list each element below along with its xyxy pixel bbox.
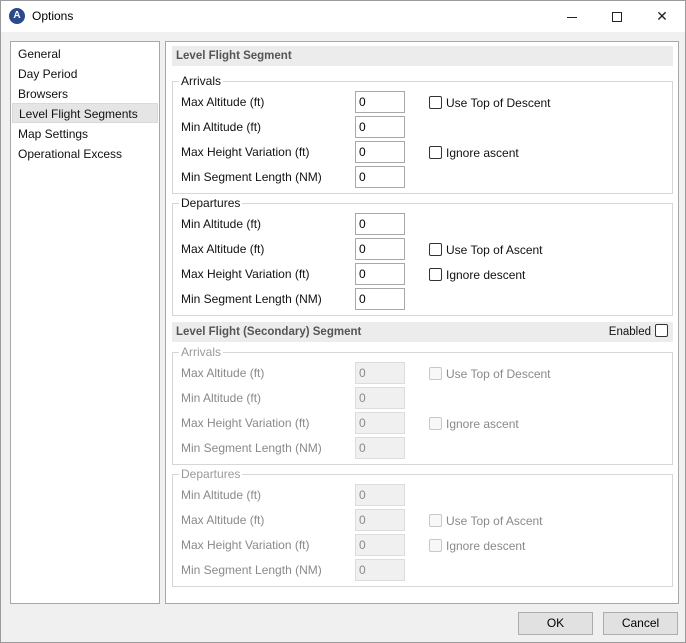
field-label: Max Altitude (ft) <box>181 366 265 380</box>
settings-panel: Level Flight Segment Arrivals Max Altitu… <box>165 41 679 604</box>
primary-arrivals-min-segment-input[interactable] <box>355 166 405 188</box>
secondary-arrivals-min-altitude-input <box>355 387 405 409</box>
checkbox-box[interactable] <box>655 324 668 338</box>
primary-arrivals-max-altitude-input[interactable] <box>355 91 405 113</box>
secondary-ignore-ascent-checkbox: Ignore ascent <box>429 416 519 432</box>
secondary-departures-min-altitude-input <box>355 484 405 506</box>
checkbox-label: Ignore ascent <box>446 416 519 431</box>
secondary-ignore-descent-checkbox: Ignore descent <box>429 538 525 554</box>
field-label: Max Height Variation (ft) <box>181 267 310 281</box>
secondary-use-top-of-ascent-checkbox: Use Top of Ascent <box>429 513 543 529</box>
minimize-button[interactable] <box>549 1 595 32</box>
checkbox-label: Use Top of Descent <box>446 366 551 381</box>
secondary-departures-min-segment-input <box>355 559 405 581</box>
app-logo-icon: A <box>9 8 25 24</box>
nav-item-browsers[interactable]: Browsers <box>12 84 158 104</box>
nav-item-general[interactable]: General <box>12 44 158 64</box>
secondary-departures-max-altitude-input <box>355 509 405 531</box>
close-button[interactable]: ✕ <box>639 1 685 32</box>
field-label: Max Height Variation (ft) <box>181 538 310 552</box>
group-legend: Departures <box>179 196 243 210</box>
field-label: Max Height Variation (ft) <box>181 145 310 159</box>
primary-departures-group: Departures Min Altitude (ft) Max Altitud… <box>172 196 673 316</box>
title-bar[interactable]: A Options ✕ <box>1 1 685 32</box>
secondary-arrivals-group: Arrivals Max Altitude (ft) Use Top of De… <box>172 345 673 465</box>
field-label: Min Altitude (ft) <box>181 488 262 502</box>
checkbox-box <box>429 417 442 431</box>
secondary-arrivals-min-segment-input <box>355 437 405 459</box>
maximize-icon <box>612 12 622 23</box>
field-label: Min Segment Length (NM) <box>181 563 322 577</box>
checkbox-box[interactable] <box>429 96 442 110</box>
field-label: Min Altitude (ft) <box>181 120 262 134</box>
secondary-enabled-checkbox[interactable]: Enabled <box>608 324 668 339</box>
primary-departures-min-altitude-input[interactable] <box>355 213 405 235</box>
checkbox-label: Ignore ascent <box>446 145 519 160</box>
ok-button[interactable]: OK <box>518 612 593 635</box>
checkbox-box <box>429 367 442 381</box>
field-label: Min Segment Length (NM) <box>181 441 322 455</box>
primary-departures-min-segment-input[interactable] <box>355 288 405 310</box>
field-label: Min Segment Length (NM) <box>181 170 322 184</box>
field-label: Max Altitude (ft) <box>181 513 265 527</box>
checkbox-label: Use Top of Descent <box>446 95 551 110</box>
secondary-departures-group: Departures Min Altitude (ft) Max Altitud… <box>172 467 673 587</box>
minimize-icon <box>567 16 577 18</box>
maximize-button[interactable] <box>594 1 640 32</box>
field-label: Max Altitude (ft) <box>181 95 265 109</box>
checkbox-box[interactable] <box>429 243 442 257</box>
primary-use-top-of-descent-checkbox[interactable]: Use Top of Descent <box>429 95 551 111</box>
options-dialog: A Options ✕ General Day Period Browsers … <box>0 0 686 643</box>
field-label: Min Segment Length (NM) <box>181 292 322 306</box>
secondary-use-top-of-descent-checkbox: Use Top of Descent <box>429 366 551 382</box>
primary-use-top-of-ascent-checkbox[interactable]: Use Top of Ascent <box>429 242 543 258</box>
primary-departures-max-altitude-input[interactable] <box>355 238 405 260</box>
primary-ignore-descent-checkbox[interactable]: Ignore descent <box>429 267 525 283</box>
options-category-list: General Day Period Browsers Level Flight… <box>10 41 160 604</box>
secondary-section-header: Level Flight (Secondary) Segment Enabled <box>172 322 673 342</box>
window-title: Options <box>32 9 74 23</box>
secondary-arrivals-max-height-input <box>355 412 405 434</box>
checkbox-box[interactable] <box>429 146 442 160</box>
checkbox-label: Enabled <box>608 326 651 338</box>
primary-section-header: Level Flight Segment <box>172 46 673 66</box>
checkbox-label: Ignore descent <box>446 538 526 553</box>
primary-arrivals-group: Arrivals Max Altitude (ft) Use Top of De… <box>172 74 673 194</box>
checkbox-label: Use Top of Ascent <box>446 513 543 528</box>
group-legend: Arrivals <box>179 345 224 359</box>
checkbox-box <box>429 514 442 528</box>
nav-item-day-period[interactable]: Day Period <box>12 64 158 84</box>
checkbox-label: Ignore descent <box>446 267 526 282</box>
close-icon: ✕ <box>656 8 668 24</box>
primary-arrivals-min-altitude-input[interactable] <box>355 116 405 138</box>
nav-item-operational-excess[interactable]: Operational Excess <box>12 144 158 164</box>
secondary-section-title: Level Flight (Secondary) Segment <box>176 326 362 338</box>
cancel-button[interactable]: Cancel <box>603 612 678 635</box>
field-label: Max Height Variation (ft) <box>181 416 310 430</box>
primary-arrivals-max-height-input[interactable] <box>355 141 405 163</box>
field-label: Max Altitude (ft) <box>181 242 265 256</box>
nav-item-map-settings[interactable]: Map Settings <box>12 124 158 144</box>
field-label: Min Altitude (ft) <box>181 217 262 231</box>
primary-ignore-ascent-checkbox[interactable]: Ignore ascent <box>429 145 519 161</box>
checkbox-box[interactable] <box>429 268 442 282</box>
secondary-departures-max-height-input <box>355 534 405 556</box>
secondary-arrivals-max-altitude-input <box>355 362 405 384</box>
primary-departures-max-height-input[interactable] <box>355 263 405 285</box>
checkbox-label: Use Top of Ascent <box>446 242 543 257</box>
checkbox-box <box>429 539 442 553</box>
field-label: Min Altitude (ft) <box>181 391 262 405</box>
group-legend: Arrivals <box>179 74 224 88</box>
nav-item-level-flight-segments[interactable]: Level Flight Segments <box>12 103 158 123</box>
group-legend: Departures <box>179 467 243 481</box>
